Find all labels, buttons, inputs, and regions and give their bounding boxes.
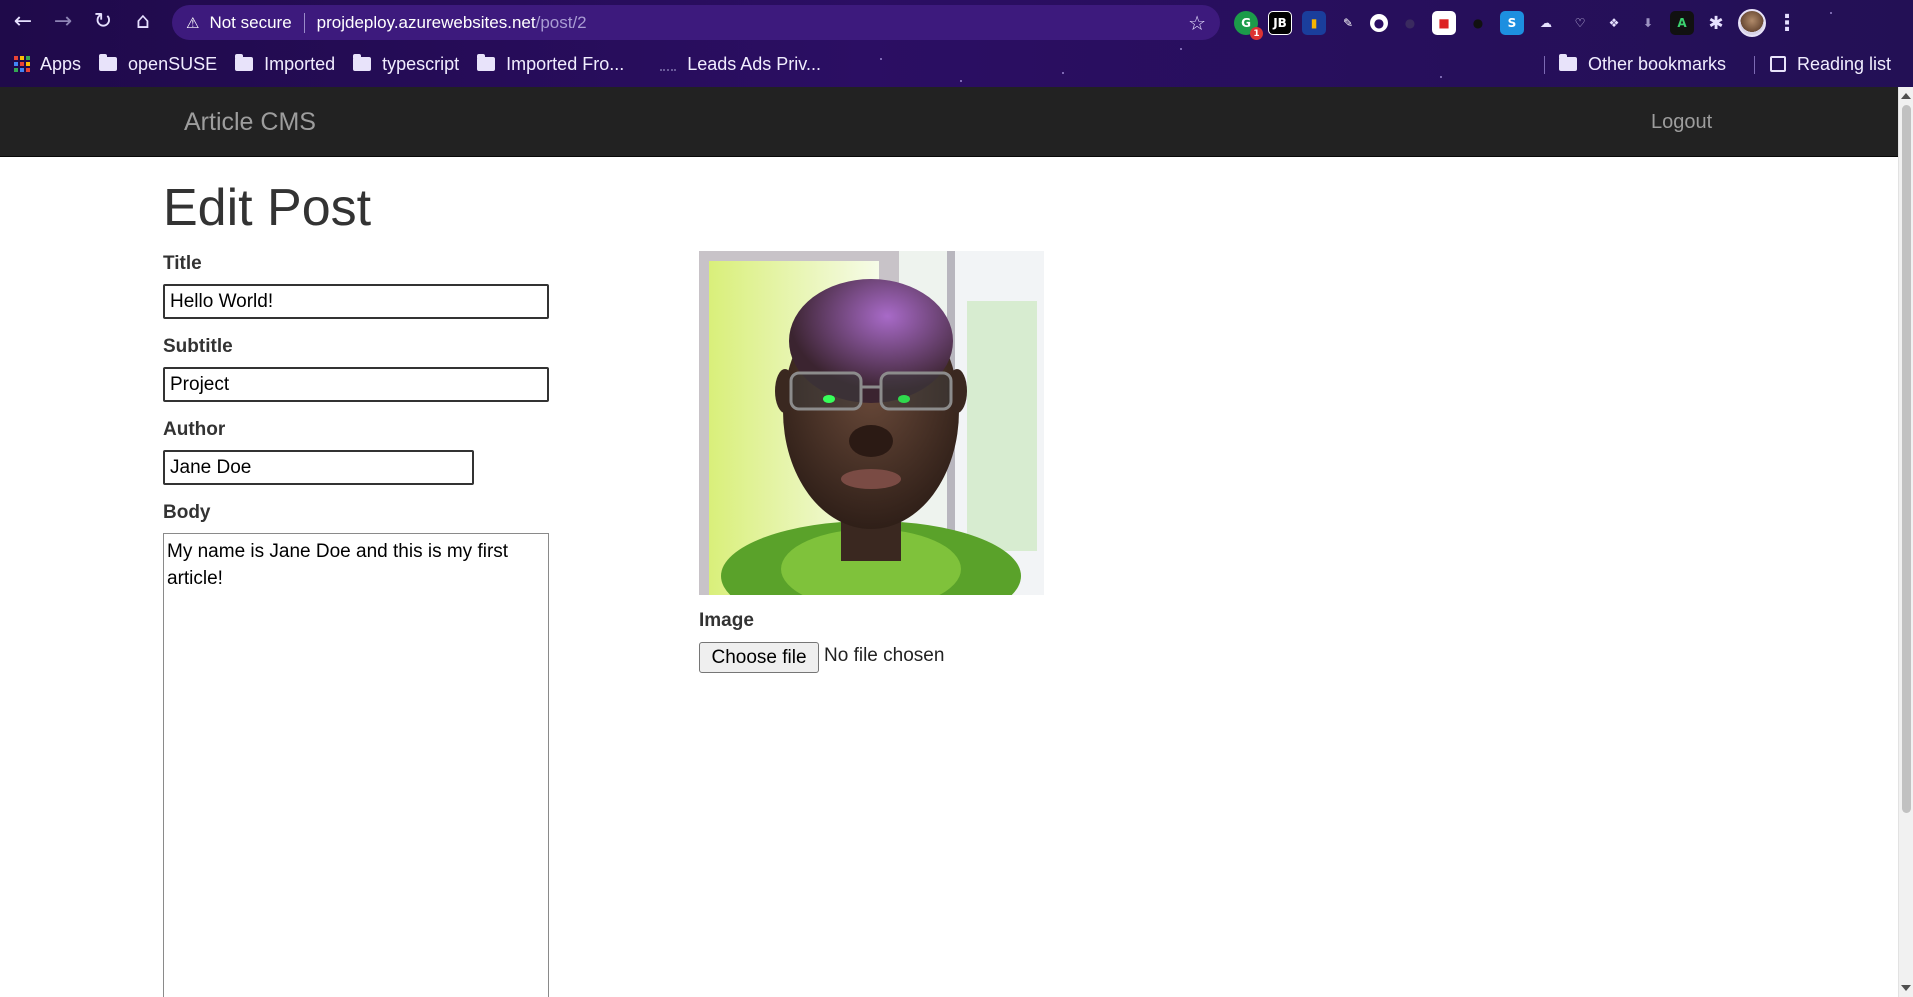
dark-extension-icon[interactable]: ● — [1398, 11, 1422, 35]
brand-link[interactable]: Article CMS — [184, 108, 316, 137]
title-label: Title — [163, 253, 202, 274]
jetbrains-extension-icon[interactable]: JB — [1268, 11, 1292, 35]
bookmark-label: typescript — [382, 53, 460, 74]
body-label: Body — [163, 502, 211, 523]
folder-icon — [235, 54, 254, 71]
bookmark-imported[interactable]: Imported — [235, 54, 335, 75]
extension-badge: 1 — [1250, 27, 1263, 40]
author-label: Author — [163, 419, 226, 440]
bookmarks-divider — [1754, 56, 1755, 74]
author-input[interactable] — [163, 450, 474, 485]
reading-list-label: Reading list — [1797, 53, 1892, 74]
page-icon — [660, 57, 677, 71]
grammarly-extension-icon[interactable]: G1 — [1234, 11, 1263, 40]
bookmark-apps[interactable]: Apps — [14, 54, 81, 75]
bookmark-leads-ads[interactable]: Leads Ads Priv... — [660, 54, 821, 75]
page-title: Edit Post — [163, 179, 372, 237]
browser-toolbar: ← → ↻ ⌂ ⚠ Not secure projdeploy.azureweb… — [0, 0, 1913, 44]
choose-file-button[interactable]: Choose file — [699, 642, 819, 673]
bookmarks-divider — [1544, 56, 1545, 74]
folder-icon — [353, 54, 372, 71]
bookmark-label: Imported Fro... — [506, 53, 625, 74]
url-host[interactable]: projdeploy.azurewebsites.net — [317, 13, 536, 33]
folder-icon — [1559, 54, 1577, 71]
dropbox-extension-icon[interactable]: ❖ — [1602, 11, 1626, 35]
bookmark-label: Apps — [40, 53, 82, 74]
forward-icon[interactable]: → — [46, 5, 80, 39]
file-status: No file chosen — [824, 645, 945, 666]
circle-extension-icon[interactable]: ● — [1370, 14, 1388, 32]
folder-icon — [99, 54, 118, 71]
back-icon[interactable]: ← — [6, 5, 40, 39]
profile-avatar[interactable] — [1738, 9, 1766, 37]
bookmark-label: Imported — [264, 53, 336, 74]
folder-icon — [477, 54, 496, 71]
bookmark-imported-from[interactable]: Imported Fro... — [477, 54, 624, 75]
body-textarea[interactable]: My name is Jane Doe and this is my first… — [163, 533, 549, 997]
s-extension-icon[interactable]: S — [1500, 11, 1524, 35]
bookmark-opensuse[interactable]: openSUSE — [99, 54, 217, 75]
download-icon[interactable]: ⬇ — [1636, 11, 1660, 35]
image-label: Image — [699, 610, 754, 631]
analytics-extension-icon[interactable]: ▮ — [1302, 11, 1326, 35]
bookmark-star-icon[interactable]: ☆ — [1188, 11, 1206, 35]
browser-menu-icon[interactable]: ⋮ — [1776, 11, 1798, 36]
extensions-bar: G1 JB ▮ ✎ ● ● ■ ● S ☁ ♡ ❖ ⬇ A ✱ ⋮ — [1234, 6, 1798, 40]
other-bookmarks-label: Other bookmarks — [1588, 53, 1727, 74]
subtitle-label: Subtitle — [163, 336, 233, 357]
red-extension-icon[interactable]: ■ — [1432, 11, 1456, 35]
bookmark-typescript[interactable]: typescript — [353, 54, 459, 75]
subtitle-input[interactable] — [163, 367, 549, 402]
browser-chrome: ← → ↻ ⌂ ⚠ Not secure projdeploy.azureweb… — [0, 0, 1913, 87]
logout-link[interactable]: Logout — [1651, 111, 1712, 134]
cloud-extension-icon[interactable]: ☁ — [1534, 11, 1558, 35]
a-extension-icon[interactable]: A — [1670, 11, 1694, 35]
warning-icon[interactable]: ⚠ — [186, 14, 199, 32]
scroll-thumb[interactable] — [1902, 105, 1911, 813]
pocket-extension-icon[interactable]: ♡ — [1568, 11, 1592, 35]
scroll-down-icon[interactable] — [1901, 985, 1911, 991]
url-path[interactable]: /post/2 — [536, 13, 587, 33]
home-icon[interactable]: ⌂ — [126, 5, 160, 39]
address-divider — [303, 12, 305, 33]
app-navbar: Article CMS Logout — [0, 87, 1898, 157]
bookmark-label: openSUSE — [128, 53, 218, 74]
extensions-puzzle-icon[interactable]: ✱ — [1704, 11, 1728, 35]
reading-list-icon — [1770, 56, 1786, 72]
page-scrollbar[interactable] — [1898, 87, 1913, 997]
pen-extension-icon[interactable]: ✎ — [1336, 11, 1360, 35]
bookmark-label: Leads Ads Priv... — [687, 53, 821, 74]
reload-icon[interactable]: ↻ — [86, 5, 120, 39]
scroll-up-icon[interactable] — [1901, 93, 1911, 99]
tag-extension-icon[interactable]: ● — [1466, 11, 1490, 35]
title-input[interactable] — [163, 284, 549, 319]
other-bookmarks[interactable]: Other bookmarks — [1559, 46, 1726, 82]
security-label[interactable]: Not secure — [209, 13, 291, 33]
bookmarks-bar: Apps openSUSE Imported typescript Import… — [0, 46, 1913, 82]
address-bar[interactable]: ⚠ Not secure projdeploy.azurewebsites.ne… — [172, 5, 1220, 40]
post-image — [699, 251, 1044, 595]
apps-grid-icon — [14, 56, 30, 72]
reading-list[interactable]: Reading list — [1770, 46, 1891, 82]
